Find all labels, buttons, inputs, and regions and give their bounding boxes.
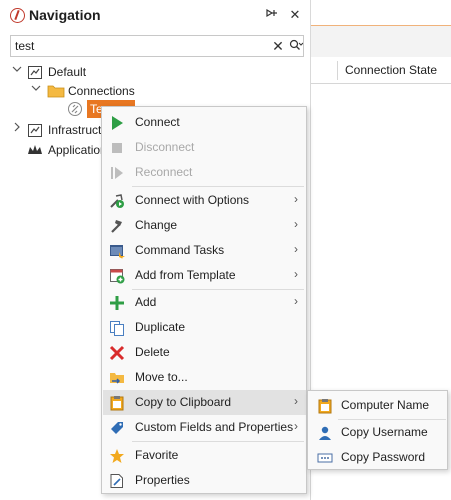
menu-item-label: Add from Template [135,268,236,282]
clipboard-submenu: Computer Name Copy Username Copy Passwor… [307,390,448,470]
menu-item-delete[interactable]: Delete [103,340,306,365]
menu-item-label: Disconnect [135,140,195,154]
menu-item-label: Favorite [135,448,179,462]
menu-item-label: Move to... [135,370,188,384]
menu-separator [132,441,304,442]
chevron-down-icon[interactable] [31,83,41,97]
menu-item-label: Computer Name [341,398,430,412]
hammer-icon [111,220,122,233]
delete-icon [109,345,125,361]
menu-item-label: Connect [135,115,180,129]
chevron-right-icon: › [294,217,298,231]
chevron-right-icon: › [294,192,298,206]
connect-options-icon [110,194,124,208]
menu-separator [132,186,304,187]
tag-icon [111,422,123,434]
tree-item-label: Connections [68,84,135,98]
menu-item-label: Properties [135,473,190,487]
command-tasks-icon [110,245,125,259]
tree-item-label: Infrastructu [48,123,109,137]
menu-item-duplicate[interactable]: Duplicate [103,315,306,340]
session-link-icon [68,102,82,116]
search-options-icon[interactable] [289,39,303,53]
menu-item-label: Add [135,295,157,309]
pin-icon[interactable] [263,6,281,24]
column-header-connection-state[interactable]: Connection State [345,63,437,77]
stop-icon [112,143,122,153]
menu-item-connect-with-options[interactable]: Connect with Options › [103,188,306,213]
data-source-icon [28,124,42,137]
menu-item-label: Reconnect [135,165,193,179]
menu-item-label: Copy Password [341,450,426,464]
menu-item-label: Connect with Options [135,193,250,207]
move-folder-icon [110,373,124,384]
duplicate-icon [110,321,124,336]
panel-title: Navigation [29,7,101,23]
grid-column-header-row: Connection State [311,57,451,84]
clipboard-icon [110,396,124,411]
column-separator[interactable] [337,61,338,80]
menu-item-copy-to-clipboard[interactable]: Copy to Clipboard › [103,390,306,415]
menu-item-properties[interactable]: Properties [103,468,306,493]
menu-item-add-from-template[interactable]: Add from Template › [103,263,306,288]
context-menu: Connect Disconnect Reconnect Connect wit… [101,106,307,494]
menu-item-reconnect[interactable]: Reconnect [103,160,306,185]
chevron-right-icon: › [294,294,298,308]
chevron-right-icon[interactable] [12,122,22,136]
star-icon [110,449,124,463]
close-icon[interactable]: ✕ [286,6,304,24]
chevron-right-icon: › [294,267,298,281]
menu-item-custom-fields[interactable]: Custom Fields and Properties › [103,415,306,440]
menu-item-label: Delete [135,345,170,359]
plus-icon [110,296,124,310]
data-source-icon [28,66,42,79]
reconnect-icon [111,167,123,179]
chevron-down-icon[interactable] [12,64,22,78]
properties-icon [110,474,123,488]
chevron-right-icon: › [294,419,298,433]
tree-item-label: Default [48,65,87,79]
menu-item-move-to[interactable]: Move to... [103,365,306,390]
menu-item-label: Copy to Clipboard [135,395,232,409]
grid-toolbar [311,26,451,57]
tree-item-connections[interactable]: Connections [0,81,300,101]
menu-item-connect[interactable]: Connect [103,110,306,135]
tree-item-default[interactable]: Default [0,62,300,82]
panel-header: Navigation ✕ [0,0,310,32]
menu-item-disconnect[interactable]: Disconnect [103,135,306,160]
search-input[interactable] [15,38,265,54]
menu-item-copy-username[interactable]: Copy Username [309,420,447,445]
clipboard-icon [318,399,332,414]
clear-search-icon[interactable]: ✕ [271,37,285,55]
menu-item-copy-password[interactable]: Copy Password [309,445,447,470]
menu-item-add[interactable]: Add › [103,290,306,315]
play-icon [112,116,123,130]
chevron-right-icon: › [294,242,298,256]
menu-item-command-tasks[interactable]: Command Tasks › [103,238,306,263]
menu-item-change[interactable]: Change › [103,213,306,238]
folder-icon [47,85,65,98]
tree-item-label: Application [48,143,107,157]
menu-item-label: Change [135,218,178,232]
applications-icon [28,145,42,154]
chevron-right-icon: › [294,394,298,408]
menu-item-label: Command Tasks [135,243,225,257]
search-field[interactable]: ✕ [10,35,304,57]
menu-item-label: Custom Fields and Properties [135,420,294,434]
user-icon [319,426,331,440]
document-tab-strip [311,0,451,26]
menu-item-label: Duplicate [135,320,186,334]
template-icon [110,269,125,284]
menu-item-favorite[interactable]: Favorite [103,443,306,468]
app-logo-icon [10,8,25,23]
menu-item-computer-name[interactable]: Computer Name [309,393,447,418]
password-field-icon [317,453,333,463]
menu-item-label: Copy Username [341,425,428,439]
